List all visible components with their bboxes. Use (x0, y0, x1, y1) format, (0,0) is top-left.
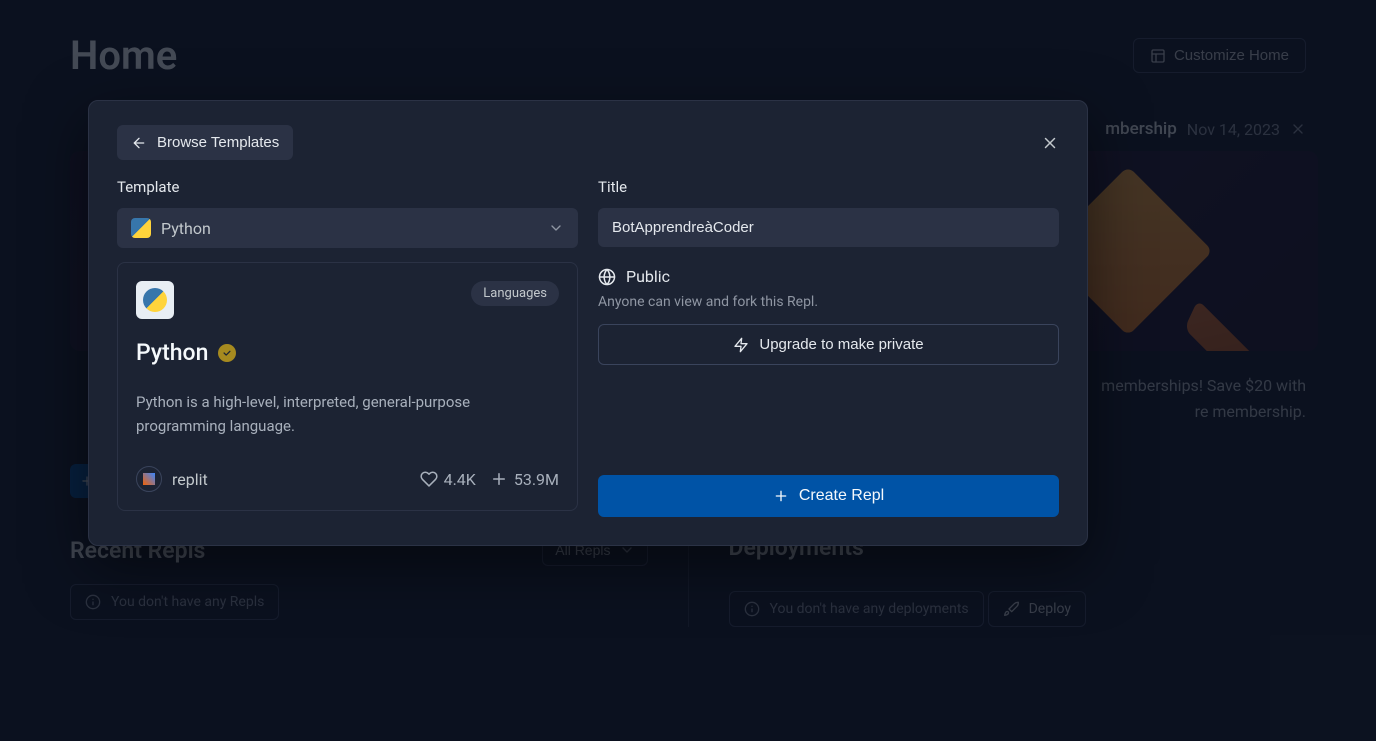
browse-templates-button[interactable]: Browse Templates (117, 125, 293, 160)
create-repl-submit-button[interactable]: Create Repl (598, 475, 1059, 517)
selected-template-name: Python (161, 219, 211, 238)
template-description: Python is a high-level, interpreted, gen… (136, 390, 559, 438)
visibility-description: Anyone can view and fork this Repl. (598, 294, 1059, 310)
title-column: Title Public Anyone can view and fork th… (598, 178, 1059, 517)
likes-stat: 4.4K (420, 470, 476, 489)
upgrade-private-button[interactable]: Upgrade to make private (598, 324, 1059, 365)
template-name: Python (136, 339, 208, 366)
heart-icon (420, 470, 438, 488)
chevron-down-icon (548, 220, 564, 236)
repl-title-input[interactable] (598, 208, 1059, 247)
title-label: Title (598, 178, 1059, 196)
globe-icon (598, 268, 616, 286)
plus-icon (490, 470, 508, 488)
create-repl-modal: Browse Templates Template Python Languag… (88, 100, 1088, 546)
verified-badge-icon (218, 344, 236, 362)
visibility-row: Public (598, 267, 1059, 286)
arrow-left-icon (131, 135, 147, 151)
template-author[interactable]: replit (136, 466, 208, 492)
close-icon[interactable] (1041, 134, 1059, 152)
forks-stat: 53.9M (490, 470, 559, 489)
template-label: Template (117, 178, 578, 196)
python-icon (131, 218, 151, 238)
template-icon (136, 281, 174, 319)
template-select[interactable]: Python (117, 208, 578, 248)
author-avatar (136, 466, 162, 492)
template-category-badge: Languages (471, 281, 559, 306)
template-details-card: Languages Python Python is a high-level,… (117, 262, 578, 511)
lightning-icon (733, 337, 749, 353)
plus-icon (773, 488, 789, 504)
template-column: Template Python Languages Python (117, 178, 578, 511)
